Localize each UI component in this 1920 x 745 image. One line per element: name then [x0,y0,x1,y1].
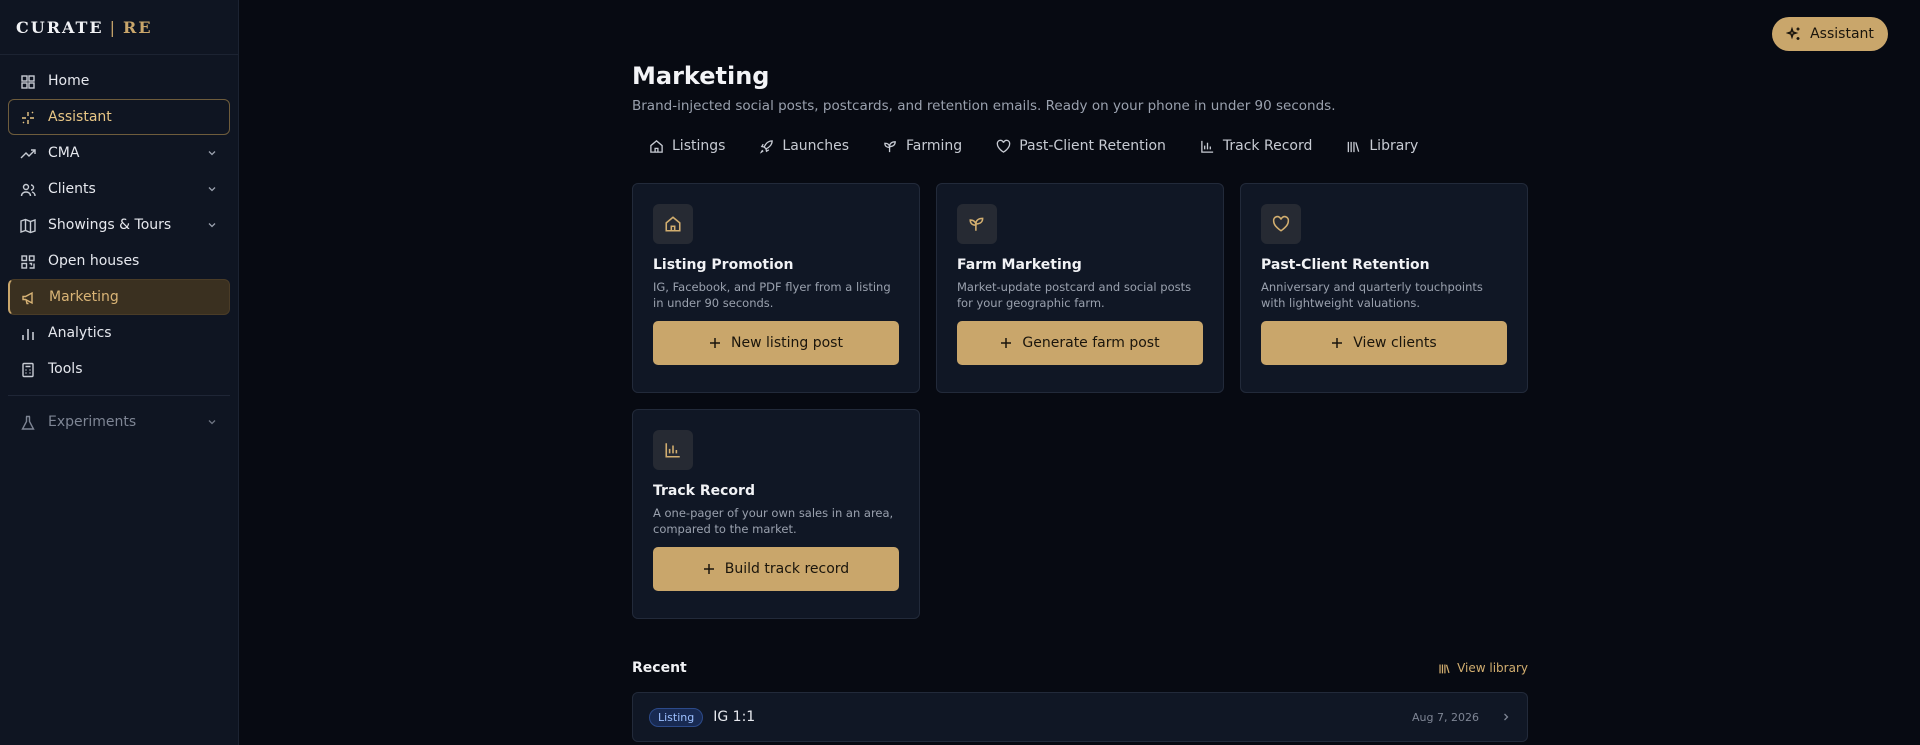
grid-icon [21,75,35,89]
sidebar-item-label: Assistant [48,109,112,125]
row-tag: Listing [649,707,704,727]
users-icon [20,183,36,197]
row-date: Aug 7, 2026 [1412,710,1479,724]
sidebar-item-open-houses[interactable]: Open houses [8,243,230,279]
assistant-button-label: Assistant [1810,26,1874,42]
recent-section: Recent View library Listing IG 1:1 Aug 7… [632,0,1528,745]
brand-separator: | [109,17,118,37]
sidebar-item-showings-tours[interactable]: Showings & Tours [8,207,230,243]
sidebar-item-home[interactable]: Home [8,63,230,99]
sidebar-item-assistant[interactable]: Assistant [8,99,230,135]
calculator-icon [22,362,34,378]
megaphone-icon [22,291,33,305]
sidebar-nav: Home Assistant CMA Clients Showings & To… [0,55,238,448]
sidebar-item-label: Showings & Tours [48,217,172,233]
trending-up-icon [20,149,36,159]
sidebar: CURATE | RE Home Assistant CMA Clients S… [0,0,239,745]
map-icon [20,218,36,234]
flask-icon [21,415,35,430]
chevron-down-icon[interactable] [207,184,217,194]
sidebar-item-label: Analytics [48,325,112,341]
sidebar-item-tools[interactable]: Tools [8,351,230,387]
recent-title: Recent [632,660,687,676]
sidebar-item-marketing[interactable]: Marketing [8,279,230,315]
sidebar-item-label: Home [48,73,90,89]
sparkles-icon [1786,26,1800,40]
chevron-right-icon [1504,713,1509,721]
assistant-button[interactable]: Assistant [1772,17,1888,51]
chevron-down-icon[interactable] [207,148,217,158]
sidebar-item-label: Open houses [48,253,140,269]
bar-chart-icon [22,329,34,340]
sidebar-item-experiments[interactable]: Experiments [8,404,230,440]
sidebar-item-label: Marketing [49,289,119,305]
chevron-down-icon[interactable] [207,417,217,427]
sidebar-item-cma[interactable]: CMA [8,135,230,171]
view-library-label: View library [1457,661,1528,675]
sidebar-item-clients[interactable]: Clients [8,171,230,207]
sparkle-icon [22,111,34,124]
sidebar-item-analytics[interactable]: Analytics [8,315,230,351]
sidebar-item-label: Tools [48,361,83,377]
sidebar-item-label: Clients [48,181,96,197]
library-icon [1439,663,1450,673]
row-title: IG 1:1 [713,709,756,725]
brand-name: CURATE [16,17,104,37]
brand-suffix: RE [123,17,153,37]
brand-logo[interactable]: CURATE | RE [0,0,238,55]
qr-code-icon [21,255,35,269]
recent-header: Recent View library [632,660,1528,676]
sidebar-item-label: Experiments [48,414,137,430]
chevron-down-icon[interactable] [207,220,217,230]
recent-row[interactable]: Listing IG 1:1 Aug 7, 2026 [632,692,1528,742]
view-library-link[interactable]: View library [1438,661,1528,675]
sidebar-item-label: CMA [48,145,80,161]
sidebar-divider [8,395,230,396]
